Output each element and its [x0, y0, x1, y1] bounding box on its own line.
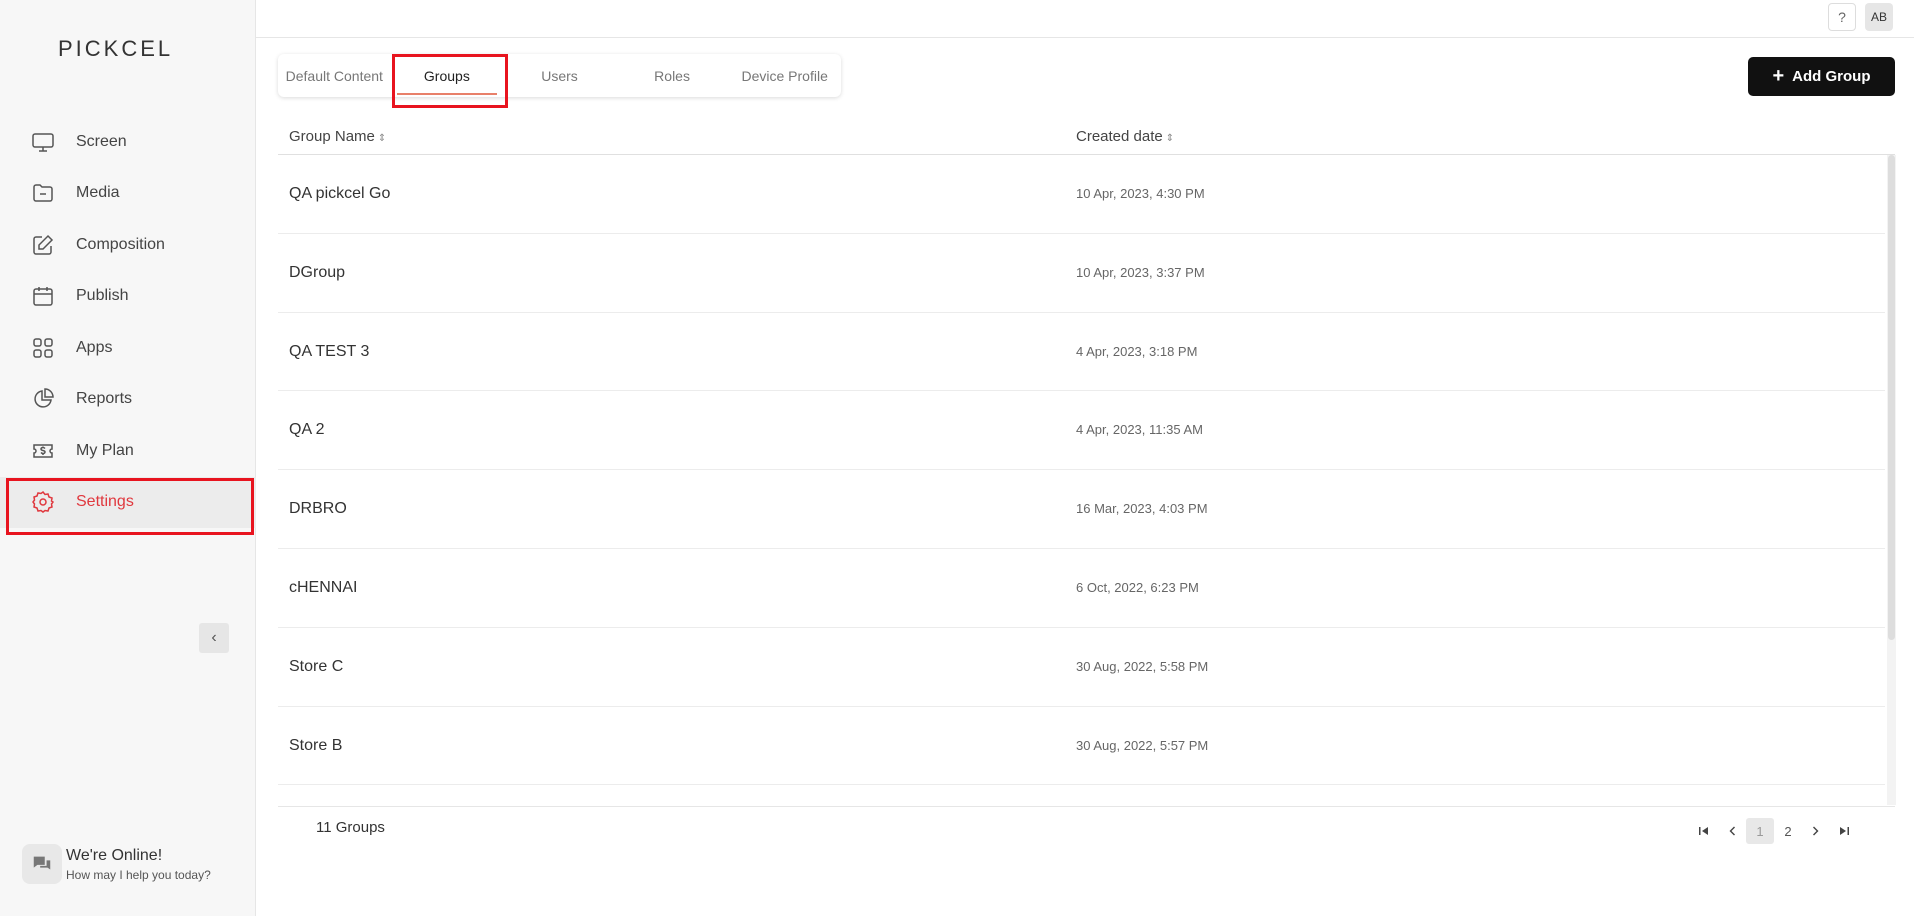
group-name: cHENNAI — [289, 578, 358, 596]
tab-groups[interactable]: Groups — [391, 54, 504, 97]
column-label: Created date — [1076, 128, 1163, 145]
group-count: 11 Groups — [316, 819, 385, 836]
chat-title: We're Online! — [66, 846, 163, 864]
chevron-right-icon — [1813, 826, 1819, 836]
sidebar: PICKCEL Screen Media Composition Publish — [0, 0, 256, 916]
chat-text: We're Online! How may I help you today? — [66, 847, 211, 882]
created-date: 30 Aug, 2022, 5:58 PM — [1076, 658, 1209, 674]
created-date: 30 Aug, 2022, 5:57 PM — [1076, 737, 1209, 753]
table-row[interactable]: cHENNAI 6 Oct, 2022, 6:23 PM — [278, 549, 1885, 628]
sidebar-item-composition[interactable]: Composition — [0, 219, 256, 271]
chat-icon — [22, 844, 62, 884]
last-page-icon — [1840, 827, 1849, 835]
sidebar-item-label: Reports — [76, 390, 133, 408]
top-bar — [256, 0, 1914, 38]
add-group-label: Add Group — [1792, 68, 1871, 85]
pie-chart-icon — [30, 386, 56, 412]
tab-device-profile[interactable]: Device Profile — [728, 54, 841, 97]
sidebar-item-screen[interactable]: Screen — [0, 116, 256, 168]
sidebar-item-apps[interactable]: Apps — [0, 322, 256, 374]
edit-icon — [30, 232, 56, 258]
avatar[interactable]: AB — [1865, 3, 1893, 31]
pagination: 1 2 — [1690, 818, 1858, 844]
tab-roles[interactable]: Roles — [616, 54, 729, 97]
group-name: DGroup — [289, 263, 346, 281]
group-name: QA TEST 3 — [289, 342, 370, 360]
created-date: 10 Apr, 2023, 4:30 PM — [1076, 186, 1205, 201]
group-name: DRBRO — [289, 500, 347, 518]
group-name: QA 2 — [289, 421, 325, 439]
monitor-icon — [30, 129, 56, 155]
sidebar-item-label: Publish — [76, 287, 129, 305]
created-date: 10 Apr, 2023, 3:37 PM — [1076, 264, 1205, 280]
table-header: Group Name ⇕ Created date ⇕ — [278, 118, 1895, 155]
sidebar-item-label: Settings — [76, 493, 134, 511]
sidebar-item-label: My Plan — [76, 441, 134, 459]
sidebar-item-publish[interactable]: Publish — [0, 271, 256, 323]
calendar-icon — [30, 283, 56, 309]
sidebar-item-media[interactable]: Media — [0, 168, 256, 220]
table-row[interactable]: QA TEST 3 4 Apr, 2023, 3:18 PM — [278, 313, 1885, 392]
created-date: 4 Apr, 2023, 11:35 AM — [1076, 422, 1203, 438]
table-row[interactable]: Store C 30 Aug, 2022, 5:58 PM — [278, 628, 1885, 707]
add-group-button[interactable]: + Add Group — [1748, 57, 1895, 96]
created-date: 6 Oct, 2022, 6:23 PM — [1076, 579, 1199, 595]
collapse-sidebar-button[interactable]: ‹ — [199, 623, 229, 653]
first-page-icon — [1699, 827, 1708, 835]
sidebar-item-reports[interactable]: Reports — [0, 374, 256, 426]
created-date: 16 Mar, 2023, 4:03 PM — [1076, 501, 1208, 517]
previous-page-button[interactable] — [1718, 818, 1746, 844]
sidebar-item-label: Screen — [76, 132, 127, 150]
chevron-left-icon — [1729, 826, 1735, 836]
chat-subtitle: How may I help you today? — [66, 867, 211, 882]
sidebar-nav: Screen Media Composition Publish Apps Re… — [0, 116, 256, 528]
apps-grid-icon — [30, 335, 56, 361]
sidebar-item-label: Media — [76, 184, 120, 202]
sort-icon: ⇕ — [377, 133, 387, 144]
first-page-button[interactable] — [1690, 818, 1718, 844]
column-label: Group Name — [289, 128, 375, 145]
table-row[interactable]: QA pickcel Go 10 Apr, 2023, 4:30 PM — [278, 155, 1885, 234]
settings-tabs: Default Content Groups Users Roles Devic… — [278, 54, 841, 97]
group-name: Store B — [289, 736, 343, 754]
group-name: QA pickcel Go — [289, 185, 391, 202]
page-2-button[interactable]: 2 — [1774, 818, 1802, 844]
column-header-group-name[interactable]: Group Name ⇕ — [289, 128, 386, 145]
scrollbar-thumb[interactable] — [1888, 155, 1895, 640]
column-header-created-date[interactable]: Created date ⇕ — [1076, 128, 1174, 145]
last-page-button[interactable] — [1830, 818, 1858, 844]
ticket-dollar-icon — [30, 438, 56, 464]
table-row[interactable]: DGroup 10 Apr, 2023, 3:37 PM — [278, 234, 1885, 313]
group-name: Store C — [289, 657, 344, 675]
help-button[interactable]: ? — [1828, 3, 1856, 31]
pickcel-logo[interactable]: PICKCEL — [58, 36, 173, 62]
sidebar-item-label: Composition — [76, 235, 165, 253]
sidebar-item-settings[interactable]: Settings — [0, 476, 256, 528]
gear-icon — [30, 489, 56, 515]
tab-default-content[interactable]: Default Content — [278, 54, 391, 97]
footer-divider — [278, 806, 1895, 807]
chat-widget[interactable]: We're Online! How may I help you today? — [22, 844, 211, 884]
plus-icon: + — [1772, 65, 1785, 87]
next-page-button[interactable] — [1802, 818, 1830, 844]
table-row[interactable]: QA 2 4 Apr, 2023, 11:35 AM — [278, 391, 1885, 471]
groups-table: QA pickcel Go 10 Apr, 2023, 4:30 PM DGro… — [278, 155, 1885, 805]
page-1-button[interactable]: 1 — [1746, 818, 1774, 844]
sidebar-item-my-plan[interactable]: My Plan — [0, 425, 256, 477]
tab-users[interactable]: Users — [503, 54, 616, 97]
created-date: 4 Apr, 2023, 3:18 PM — [1076, 343, 1198, 359]
chevron-left-icon: ‹ — [211, 629, 217, 646]
table-row[interactable]: Store B 30 Aug, 2022, 5:57 PM — [278, 707, 1885, 786]
sidebar-item-label: Apps — [76, 338, 113, 356]
folder-icon — [30, 180, 56, 206]
sort-icon: ⇕ — [1165, 133, 1175, 144]
table-row[interactable]: DRBRO 16 Mar, 2023, 4:03 PM — [278, 470, 1885, 549]
